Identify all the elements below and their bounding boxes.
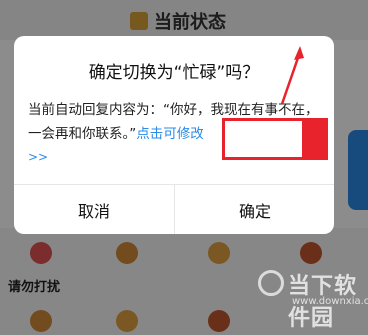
watermark-logo-icon — [258, 270, 284, 296]
watermark-url: www.downxia.com — [292, 296, 368, 307]
watermark: 当下软件园 www.downxia.com — [258, 268, 368, 331]
